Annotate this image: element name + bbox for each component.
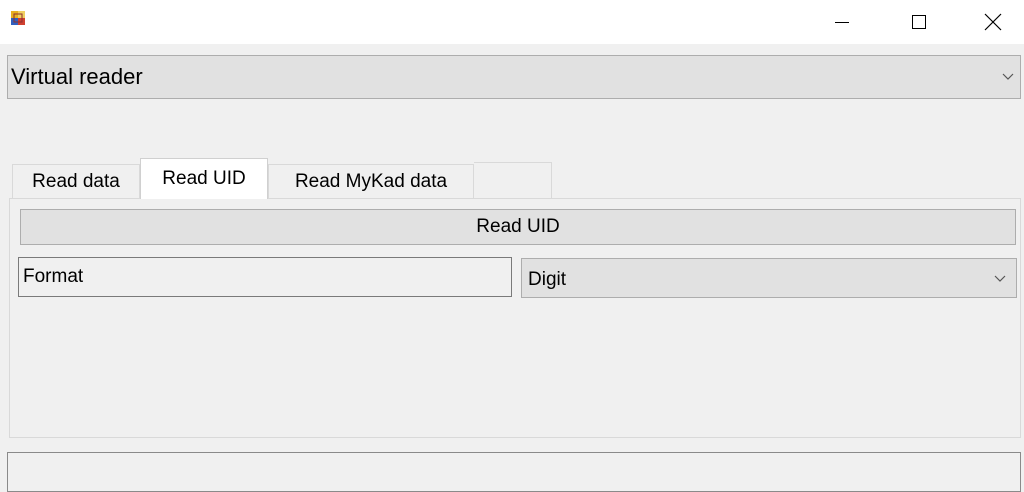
close-button[interactable] <box>958 0 1024 44</box>
format-field[interactable]: Format <box>18 257 512 297</box>
tab-strip-filler <box>474 162 552 198</box>
chevron-down-icon <box>1002 73 1014 80</box>
reader-select-value: Virtual reader <box>11 64 143 89</box>
app-icon <box>11 11 25 25</box>
tab-read-uid[interactable]: Read UID <box>140 158 268 199</box>
title-bar <box>0 0 1024 44</box>
chevron-down-icon <box>994 275 1006 282</box>
format-select-value: Digit <box>528 269 567 290</box>
format-field-value: Format <box>23 266 84 287</box>
tab-read-data-label: Read data <box>32 170 120 192</box>
tab-read-mykad-data[interactable]: Read MyKad data <box>268 164 474 198</box>
close-icon <box>984 13 1002 31</box>
read-uid-button[interactable]: Read UID <box>20 209 1016 245</box>
reader-select[interactable]: Virtual reader <box>7 55 1021 99</box>
status-bar <box>7 452 1021 492</box>
maximize-button[interactable] <box>884 0 954 44</box>
minimize-icon <box>835 22 849 23</box>
tab-read-uid-label: Read UID <box>162 168 246 189</box>
read-uid-button-label: Read UID <box>476 216 560 237</box>
format-select[interactable]: Digit <box>521 258 1017 298</box>
tab-read-mykad-data-label: Read MyKad data <box>294 170 448 192</box>
tab-read-data[interactable]: Read data <box>12 164 140 198</box>
maximize-icon <box>912 15 926 29</box>
minimize-button[interactable] <box>807 0 877 44</box>
